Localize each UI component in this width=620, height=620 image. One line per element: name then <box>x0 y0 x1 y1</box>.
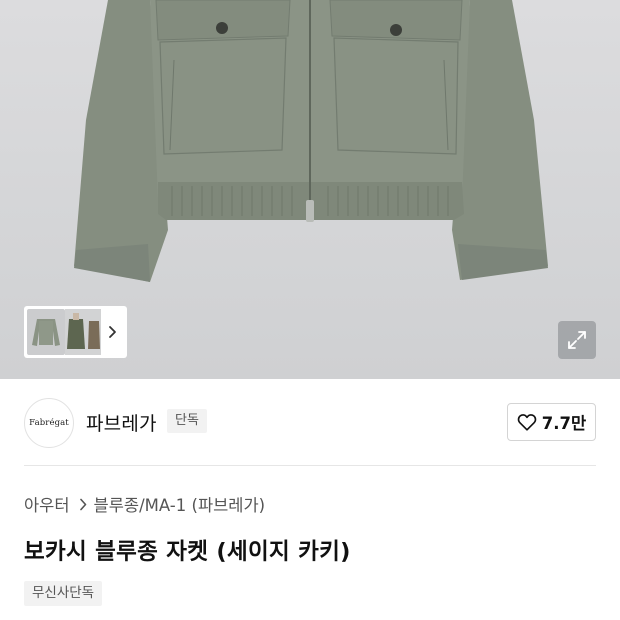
product-title: 보카시 블루종 자켓 (세이지 카키) <box>24 539 351 565</box>
thumbnail-2[interactable] <box>65 309 87 355</box>
product-tag-exclusive: 무신사단독 <box>24 581 103 606</box>
brand-name[interactable]: 파브레가 <box>86 409 157 436</box>
brand-exclusive-badge: 단독 <box>167 409 207 433</box>
expand-image-button[interactable] <box>558 321 596 359</box>
like-count: 7.7만 <box>541 414 587 433</box>
chevron-right-icon <box>79 498 87 511</box>
brand-logo[interactable]: Fabrégat <box>24 398 74 448</box>
heart-outline-icon <box>517 414 537 431</box>
brand-logo-text: Fabrégat <box>29 418 69 428</box>
brand-row: Fabrégat 파브레가 단독 7.7만 <box>0 379 620 465</box>
thumbnail-jacket-side-icon <box>87 309 101 355</box>
section-divider <box>24 465 596 466</box>
like-button[interactable]: 7.7만 <box>507 403 596 441</box>
thumbnail-next-button[interactable] <box>101 309 123 355</box>
thumbnail-strip[interactable] <box>24 306 127 358</box>
product-image-gallery[interactable] <box>0 0 620 379</box>
chevron-right-icon <box>109 326 116 338</box>
breadcrumb-category-blouson[interactable]: 블루종/MA-1 (파브레가) <box>94 492 266 516</box>
breadcrumb: 아우터 블루종/MA-1 (파브레가) <box>24 492 265 516</box>
thumbnail-1[interactable] <box>25 307 67 357</box>
breadcrumb-category-outer[interactable]: 아우터 <box>24 492 70 516</box>
expand-icon <box>568 331 586 349</box>
thumbnail-3[interactable] <box>87 309 101 355</box>
thumbnail-jacket-model-icon <box>65 309 87 355</box>
thumbnail-jacket-front-icon <box>27 309 65 355</box>
